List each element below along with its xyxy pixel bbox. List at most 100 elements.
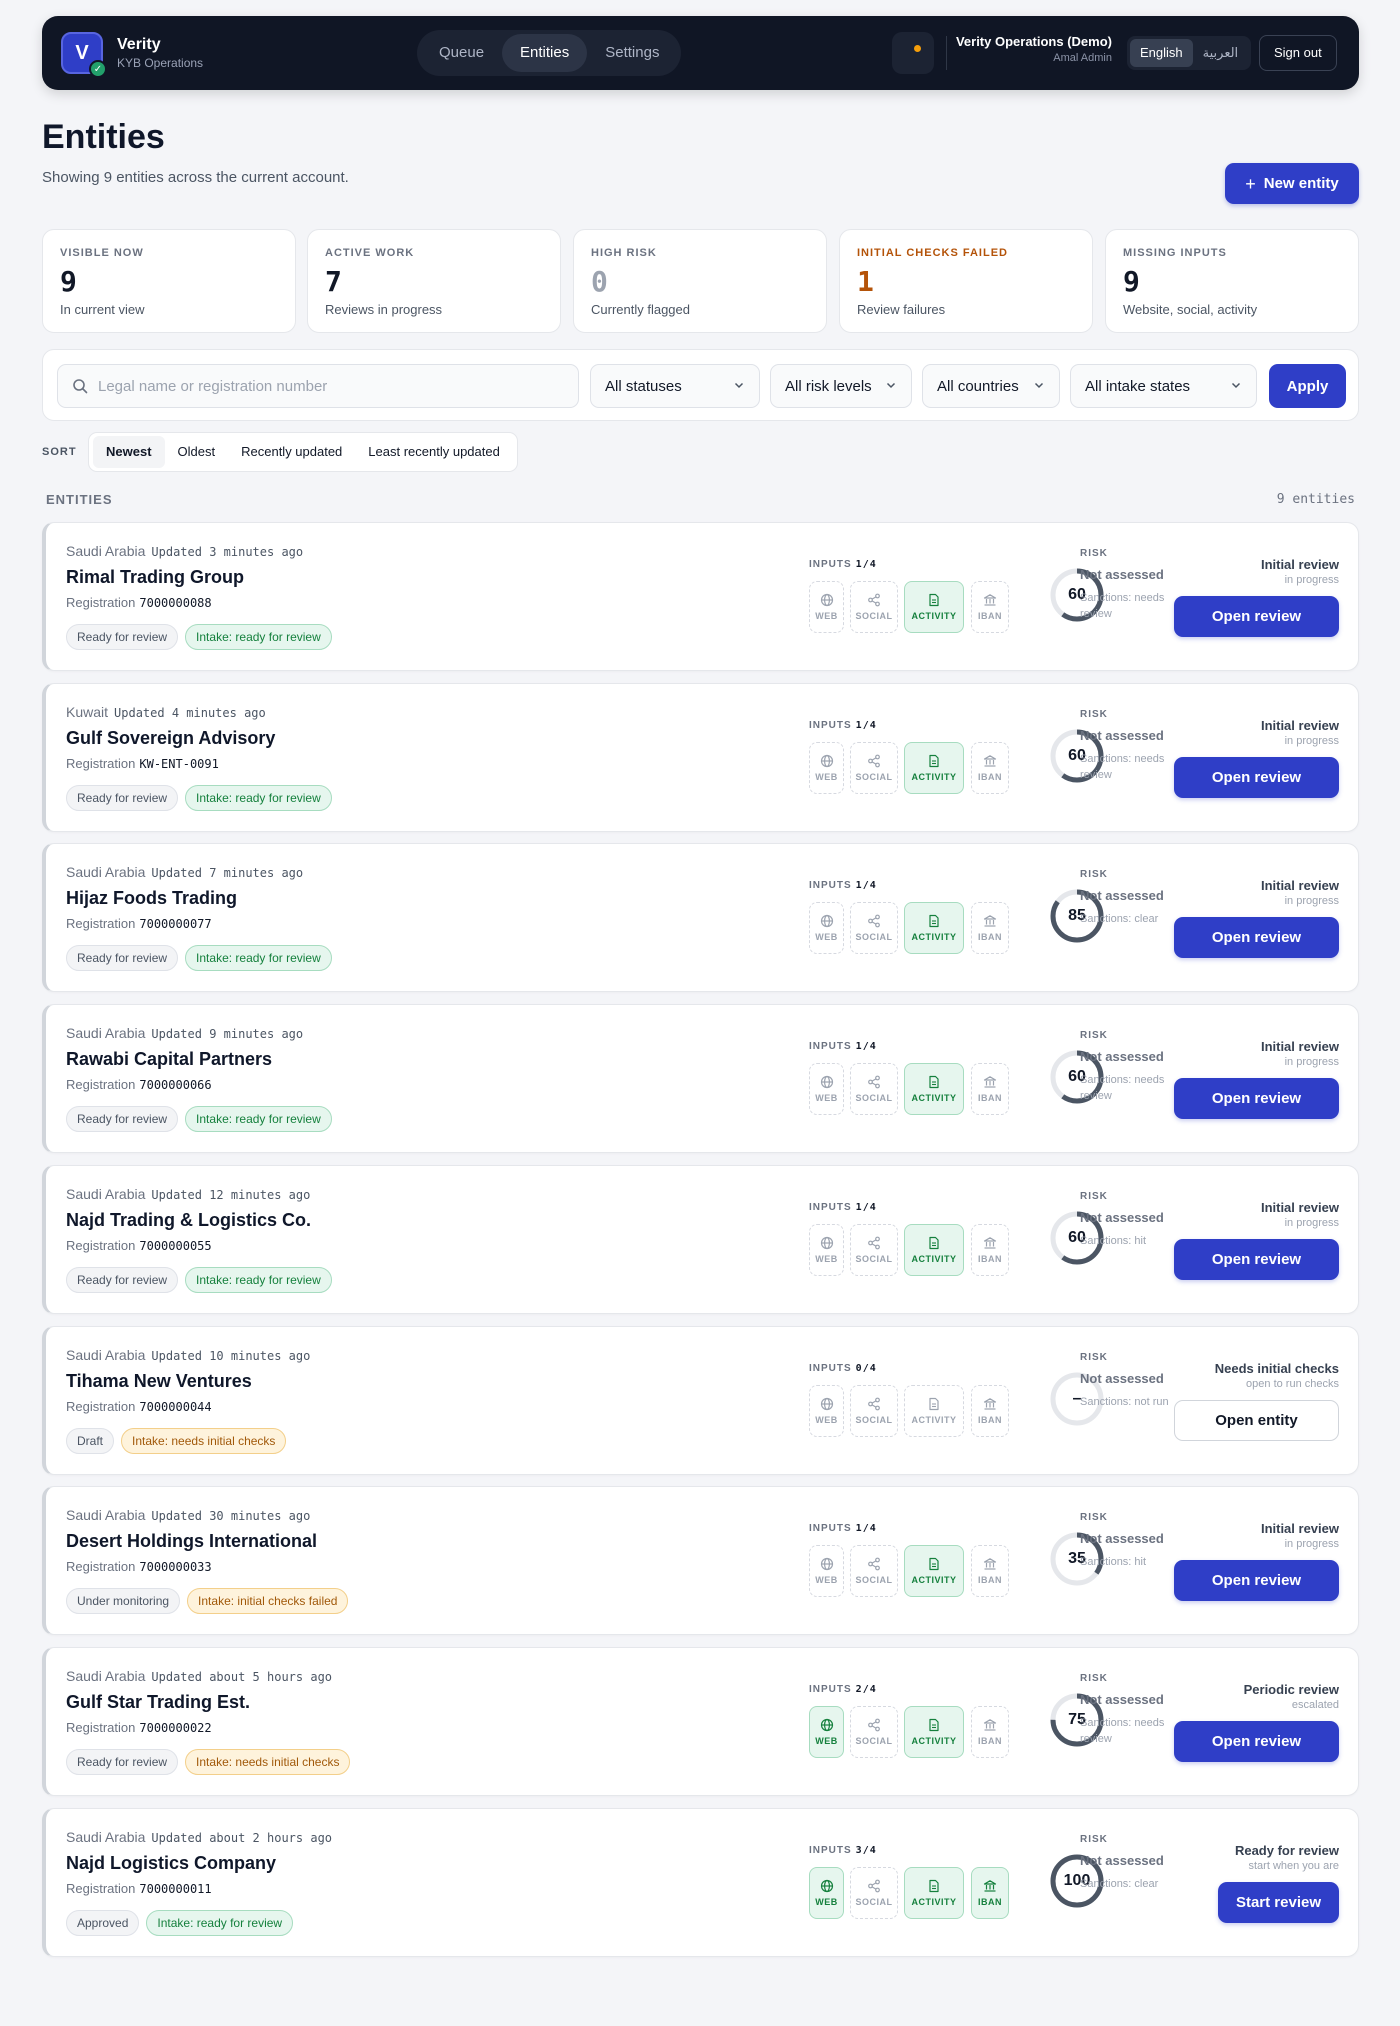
entity-registration: Registration 7000000088 <box>66 595 212 610</box>
inputs-count: 1/4 <box>855 1523 877 1535</box>
entity-meta: Saudi Arabia Updated 10 minutes ago <box>66 1347 310 1363</box>
input-chip-label: ACTIVITY <box>911 1735 957 1746</box>
entity-name[interactable]: Rawabi Capital Partners <box>66 1049 272 1070</box>
iban-icon <box>983 914 997 928</box>
open-entity-button[interactable]: Open entity <box>1174 1399 1339 1441</box>
input-chip-activity: ACTIVITY <box>904 1223 964 1276</box>
entity-card[interactable]: Saudi Arabia Updated about 2 hours ago Naj… <box>42 1807 1359 1957</box>
entity-name[interactable]: Najd Logistics Company <box>66 1853 276 1874</box>
stage-subtitle: in progress <box>1284 734 1339 747</box>
input-chip-iban: IBAN <box>971 1545 1009 1598</box>
new-entity-label: New entity <box>1263 175 1339 192</box>
web-icon <box>820 593 834 607</box>
entity-card[interactable]: Saudi Arabia Updated 9 minutes ago Rawabi … <box>42 1004 1359 1154</box>
sanctions-status: Sanctions: needs review <box>1080 1074 1165 1103</box>
status-filter[interactable]: All statuses <box>590 364 760 408</box>
stat-caption: Currently flagged <box>591 302 690 317</box>
entity-updated: Updated 3 minutes ago <box>151 545 304 559</box>
input-chip-label: ACTIVITY <box>911 932 957 943</box>
risk-filter[interactable]: All risk levels <box>770 364 912 408</box>
new-entity-button[interactable]: + New entity <box>1225 163 1359 204</box>
input-chip-activity: ACTIVITY <box>904 1384 964 1437</box>
entity-card[interactable]: Saudi Arabia Updated about 5 hours ago Gul… <box>42 1646 1359 1796</box>
open-review-button[interactable]: Open review <box>1174 756 1339 798</box>
entity-name[interactable]: Hijaz Foods Trading <box>66 888 237 909</box>
input-chip-iban: IBAN <box>971 1223 1009 1276</box>
web-icon <box>820 754 834 768</box>
intake-badge: Intake: ready for review <box>185 1106 332 1133</box>
entity-name[interactable]: Rimal Trading Group <box>66 567 244 588</box>
stat-label: MISSING INPUTS <box>1123 247 1227 259</box>
sort-label: SORT <box>42 446 77 458</box>
inputs-label-text: INPUTS <box>809 880 852 892</box>
entity-registration: Registration 7000000055 <box>66 1238 212 1253</box>
open-review-button[interactable]: Open review <box>1174 1720 1339 1762</box>
social-icon <box>867 1236 881 1250</box>
entity-card[interactable]: Saudi Arabia Updated 30 minutes ago Desert… <box>42 1486 1359 1636</box>
lang-arabic[interactable]: العربية <box>1193 39 1249 67</box>
input-chip-label: IBAN <box>978 1253 1002 1264</box>
entity-name[interactable]: Najd Trading & Logistics Co. <box>66 1210 311 1231</box>
sign-out-button[interactable]: Sign out <box>1259 35 1337 71</box>
tab-entities[interactable]: Entities <box>502 34 588 72</box>
stat-card: MISSING INPUTS 9 Website, social, activity <box>1105 229 1359 333</box>
entity-registration: Registration KW-ENT-0091 <box>66 756 219 771</box>
input-chip-web: WEB <box>809 1223 844 1276</box>
entity-name[interactable]: Gulf Star Trading Est. <box>66 1692 250 1713</box>
risk-summary: RISK Not assessed Sanctions: clear <box>1080 869 1170 927</box>
sort-oldest[interactable]: Oldest <box>165 436 229 468</box>
stage-title: Periodic review <box>1243 1681 1339 1697</box>
entity-card[interactable]: Saudi Arabia Updated 10 minutes ago Tihama… <box>42 1325 1359 1475</box>
entity-name[interactable]: Gulf Sovereign Advisory <box>66 728 275 749</box>
entity-name[interactable]: Tihama New Ventures <box>66 1371 252 1392</box>
input-chip-label: SOCIAL <box>855 1735 893 1746</box>
intake-badge: Intake: ready for review <box>185 1266 332 1293</box>
inputs-label: INPUTS 2/4 <box>809 1684 877 1695</box>
notifications-button[interactable] <box>892 32 934 74</box>
country-filter[interactable]: All countries <box>922 364 1060 408</box>
registration-label: Registration <box>66 1398 136 1414</box>
risk-value: Not assessed <box>1080 1852 1164 1868</box>
tab-settings[interactable]: Settings <box>587 34 677 72</box>
start-review-button[interactable]: Start review <box>1218 1881 1339 1923</box>
social-icon <box>867 1718 881 1732</box>
intake-badge: Intake: ready for review <box>185 945 332 972</box>
sort-least-recently-updated[interactable]: Least recently updated <box>355 436 513 468</box>
intake-filter[interactable]: All intake states <box>1070 364 1257 408</box>
sanctions-status: Sanctions: hit <box>1080 1556 1147 1569</box>
entity-name[interactable]: Desert Holdings International <box>66 1531 317 1552</box>
stat-value: 7 <box>325 265 342 298</box>
inputs-count: 1/4 <box>855 880 877 892</box>
risk-label: RISK <box>1080 548 1108 559</box>
entity-card[interactable]: Saudi Arabia Updated 3 minutes ago Rimal T… <box>42 522 1359 671</box>
entity-card[interactable]: Saudi Arabia Updated 12 minutes ago Najd T… <box>42 1164 1359 1314</box>
open-review-button[interactable]: Open review <box>1174 596 1339 637</box>
lang-english[interactable]: English <box>1130 39 1193 67</box>
open-review-button[interactable]: Open review <box>1174 1078 1339 1120</box>
intake-badge: Intake: ready for review <box>146 1909 294 1936</box>
sanctions-status: Sanctions: not run <box>1080 1395 1169 1408</box>
stat-value: 1 <box>857 265 874 298</box>
open-review-button[interactable]: Open review <box>1174 1560 1339 1602</box>
registration-number: 7000000011 <box>139 1881 212 1896</box>
chevron-down-icon <box>733 378 745 395</box>
inputs-label: INPUTS 1/4 <box>809 1041 877 1052</box>
sort-recently-updated[interactable]: Recently updated <box>228 436 355 468</box>
search-box[interactable] <box>57 364 579 408</box>
entity-badges: Ready for review Intake: needs initial ch… <box>66 1748 351 1775</box>
entity-country: Kuwait <box>66 703 109 720</box>
stat-value: 9 <box>60 265 77 298</box>
search-input[interactable] <box>98 377 558 395</box>
inputs-label: INPUTS 1/4 <box>809 1202 877 1213</box>
open-review-button[interactable]: Open review <box>1174 917 1339 959</box>
sort-newest[interactable]: Newest <box>93 436 165 468</box>
input-chip-activity: ACTIVITY <box>904 581 964 633</box>
input-chip-label: IBAN <box>978 1735 1002 1746</box>
entity-card[interactable]: Saudi Arabia Updated 7 minutes ago Hijaz F… <box>42 843 1359 993</box>
apply-button[interactable]: Apply <box>1269 364 1346 408</box>
sort-options: Newest Oldest Recently updated Least rec… <box>88 432 518 472</box>
tab-queue[interactable]: Queue <box>421 34 502 72</box>
open-review-button[interactable]: Open review <box>1174 1238 1339 1280</box>
app-logo[interactable]: V ✓ <box>61 32 107 78</box>
entity-card[interactable]: Kuwait Updated 4 minutes ago Gulf Sovereig… <box>42 682 1359 832</box>
